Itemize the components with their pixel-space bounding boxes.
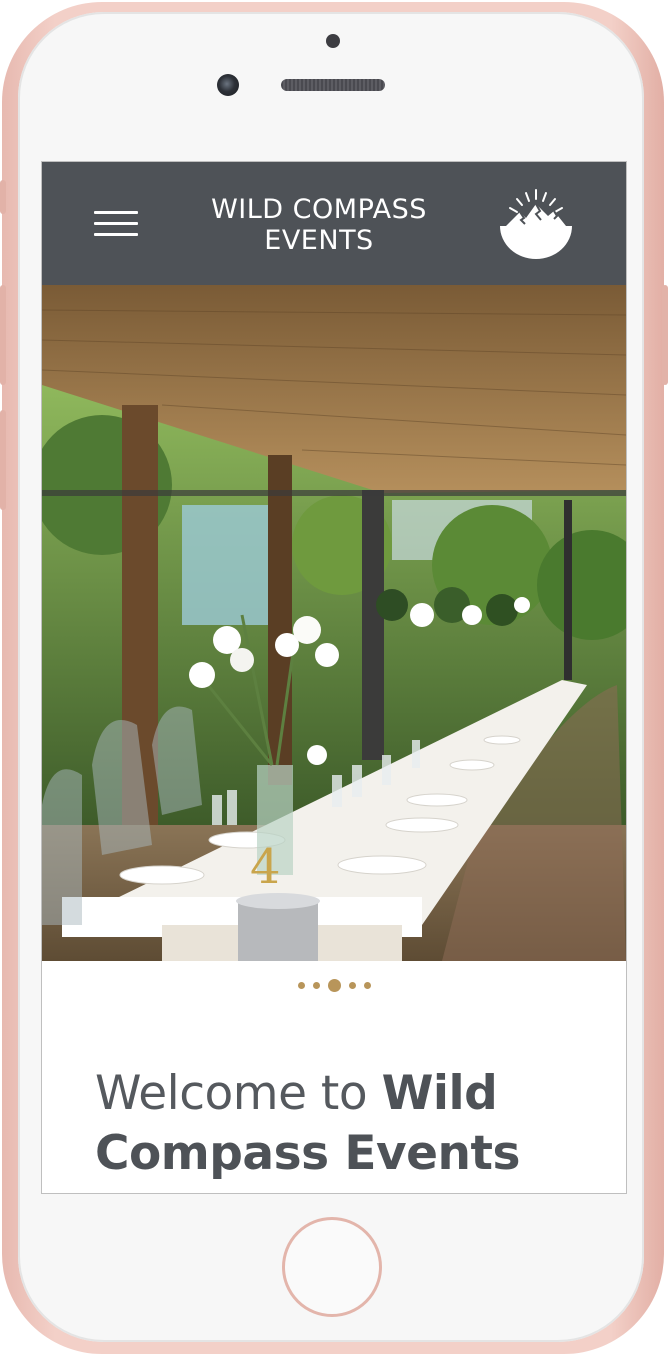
front-camera bbox=[217, 74, 239, 96]
proximity-sensor bbox=[326, 34, 340, 48]
carousel-dot[interactable] bbox=[363, 981, 371, 989]
carousel-dot[interactable] bbox=[312, 981, 320, 989]
site-title-line2: EVENTS bbox=[264, 225, 374, 256]
hamburger-icon[interactable] bbox=[94, 208, 140, 238]
site-title[interactable]: WILD COMPASS EVENTS bbox=[172, 194, 466, 256]
welcome-prefix: Welcome to bbox=[95, 1066, 382, 1121]
hero-image: 4 bbox=[42, 285, 626, 961]
welcome-heading: Welcome to Wild Compass Events bbox=[95, 1064, 595, 1184]
carousel-dot-active[interactable] bbox=[327, 978, 341, 992]
silent-switch bbox=[0, 180, 6, 214]
volume-down-button bbox=[0, 410, 6, 510]
power-button bbox=[662, 285, 668, 385]
phone-screen: WILD COMPASS EVENTS 4 Welcome to Wild Co… bbox=[41, 161, 627, 1194]
earpiece-speaker bbox=[281, 79, 385, 91]
mountain-sun-logo[interactable] bbox=[496, 184, 576, 264]
site-title-line1: WILD COMPASS bbox=[211, 194, 427, 225]
table-number: 4 bbox=[250, 839, 281, 895]
welcome-brand-line1: Wild bbox=[381, 1066, 498, 1121]
carousel-dot[interactable] bbox=[297, 981, 305, 989]
home-button[interactable] bbox=[282, 1217, 382, 1317]
site-header: WILD COMPASS EVENTS bbox=[42, 162, 626, 285]
volume-up-button bbox=[0, 285, 6, 385]
carousel-dot[interactable] bbox=[348, 981, 356, 989]
carousel-dots bbox=[42, 974, 626, 996]
welcome-brand-line2: Compass Events bbox=[95, 1126, 520, 1181]
